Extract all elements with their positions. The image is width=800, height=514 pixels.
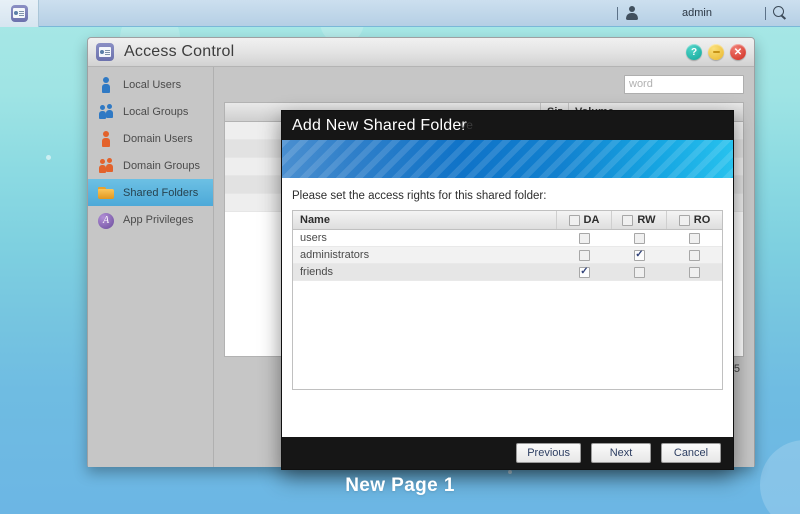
previous-button[interactable]: Previous — [516, 443, 581, 463]
acl-header-ro[interactable]: RO — [667, 211, 722, 229]
desktop-bokeh-5 — [508, 470, 512, 474]
select-all-rw-checkbox[interactable] — [622, 214, 634, 226]
select-all-ro-checkbox[interactable] — [678, 214, 690, 226]
sidebar-item-label: Local Users — [123, 78, 182, 91]
next-button[interactable]: Next — [591, 443, 651, 463]
acl-row-name: administrators — [300, 249, 370, 261]
acl-checkbox-ro[interactable] — [689, 232, 700, 244]
help-button[interactable]: ? — [686, 44, 702, 60]
add-shared-folder-dialog: Add New Shared Folder ve Please set the … — [281, 110, 734, 470]
acl-checkbox-da[interactable] — [579, 249, 590, 261]
dialog-footer: Previous Next Cancel — [282, 437, 733, 469]
acl-header-ro-label: RO — [693, 214, 711, 226]
dialog-banner — [282, 140, 733, 178]
acl-header-rw[interactable]: RW — [612, 211, 667, 229]
sidebar-item-label: Domain Users — [123, 132, 193, 145]
dialog-instruction: Please set the access rights for this sh… — [292, 190, 547, 202]
sidebar-item-label: Shared Folders — [123, 186, 199, 199]
acl-row[interactable]: users — [293, 230, 722, 247]
sidebar-item-label: App Privileges — [123, 213, 194, 226]
acl-row[interactable]: friends — [293, 264, 722, 281]
page-caption: New Page 1 — [345, 475, 455, 496]
folder-icon — [98, 184, 114, 201]
search-input[interactable]: word — [624, 75, 744, 94]
acl-checkbox-rw[interactable] — [634, 232, 645, 244]
sidebar-item-domain-groups[interactable]: Domain Groups — [88, 152, 213, 179]
close-button[interactable]: ✕ — [730, 44, 746, 60]
topbar-separator-1 — [617, 6, 619, 20]
acl-row-name: friends — [300, 266, 334, 278]
dialog-titlebar[interactable]: Add New Shared Folder ve — [282, 111, 733, 140]
minimize-button[interactable] — [708, 44, 724, 60]
user-label: admin — [682, 7, 712, 19]
id-card-icon — [10, 4, 28, 22]
window-titlebar[interactable]: Access Control ? ✕ — [88, 38, 754, 67]
acl-header-name: Name — [293, 211, 557, 229]
topbar-app-button[interactable] — [0, 0, 39, 27]
acl-checkbox-rw[interactable] — [634, 249, 645, 261]
acl-row[interactable]: administrators — [293, 247, 722, 264]
acl-header-da-label: DA — [583, 214, 600, 226]
acl-header-da[interactable]: DA — [557, 211, 612, 229]
user-orange-icon — [98, 130, 114, 147]
system-topbar: admin — [0, 0, 800, 27]
sidebar: Local Users Local Groups Domain Users Do… — [88, 67, 214, 467]
acl-checkbox-da[interactable] — [579, 266, 590, 278]
acl-header-rw-label: RW — [637, 214, 656, 226]
search-icon[interactable] — [773, 5, 788, 21]
dialog-title: Add New Shared Folder — [292, 116, 467, 134]
sidebar-item-shared-folders[interactable]: Shared Folders — [88, 179, 213, 206]
acl-checkbox-rw[interactable] — [634, 266, 645, 278]
sidebar-item-local-users[interactable]: Local Users — [88, 71, 213, 98]
sidebar-item-label: Domain Groups — [123, 159, 201, 172]
search-row: word — [224, 75, 744, 94]
acl-row-name: users — [300, 232, 327, 244]
group-blue-icon — [98, 103, 114, 120]
group-orange-icon — [98, 157, 114, 174]
sidebar-item-local-groups[interactable]: Local Groups — [88, 98, 213, 125]
access-control-window: Access Control ? ✕ Local Users Local Gro… — [87, 37, 755, 470]
acl-checkbox-ro[interactable] — [689, 249, 700, 261]
dialog-title-ghost-text: ve — [460, 118, 474, 132]
window-id-card-icon — [96, 43, 114, 61]
acl-header-row: Name DA RW RO — [293, 211, 722, 230]
topbar-separator-2 — [765, 6, 766, 20]
cancel-button[interactable]: Cancel — [661, 443, 721, 463]
dialog-body: Please set the access rights for this sh… — [282, 178, 733, 448]
sidebar-item-app-privileges[interactable]: App Privileges — [88, 206, 213, 233]
sidebar-item-domain-users[interactable]: Domain Users — [88, 125, 213, 152]
person-icon[interactable] — [625, 6, 638, 20]
access-rights-table: Name DA RW RO users administrators ✓ fri… — [292, 210, 723, 390]
select-all-da-checkbox[interactable] — [568, 214, 580, 226]
app-privileges-icon — [98, 212, 114, 229]
desktop-bokeh-3 — [46, 155, 51, 160]
sidebar-item-label: Local Groups — [123, 105, 189, 118]
acl-checkbox-da[interactable] — [579, 232, 590, 244]
window-title: Access Control — [124, 43, 235, 60]
window-controls: ? ✕ — [686, 44, 746, 60]
topbar-right-group: admin — [610, 0, 800, 27]
acl-checkbox-ro[interactable] — [689, 266, 700, 278]
user-blue-icon — [98, 76, 114, 93]
